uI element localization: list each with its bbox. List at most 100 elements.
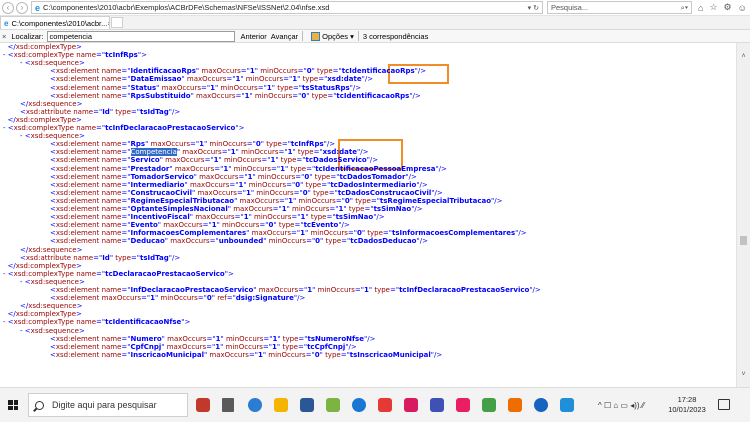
xml-token: minOccurs xyxy=(225,342,263,351)
xml-token: =" xyxy=(121,140,131,149)
vertical-scrollbar[interactable]: ˄ ˅ xyxy=(736,43,750,387)
xml-token: xsd:element xyxy=(55,172,102,181)
xml-token[interactable]: - < xyxy=(20,132,31,140)
xml-token: xsd:sequence xyxy=(30,132,79,141)
xml-line: </xsd:sequence> xyxy=(20,302,82,310)
home-icon[interactable]: ⌂ xyxy=(698,3,703,13)
taskbar-app-icon[interactable] xyxy=(300,398,314,412)
new-tab-button[interactable] xyxy=(111,17,123,28)
xml-token[interactable]: - < xyxy=(20,327,31,335)
start-button[interactable] xyxy=(0,388,26,422)
xml-token: maxOccurs xyxy=(209,350,249,359)
xml-token: tcDeclaracaoPrestacaoServico xyxy=(105,269,225,278)
xml-line: </xsd:complexType> xyxy=(3,116,81,124)
xml-token[interactable]: - < xyxy=(20,59,31,67)
xml-token: </ xyxy=(20,99,29,108)
scroll-up-icon[interactable]: ˄ xyxy=(737,53,750,63)
xml-token: minOccurs xyxy=(310,229,348,238)
xml-token: > xyxy=(76,99,83,108)
taskbar-app-icon[interactable] xyxy=(326,398,340,412)
taskbar-app-icon[interactable] xyxy=(430,398,444,412)
xml-token: type xyxy=(310,213,327,222)
browser-search-input[interactable]: Pesquisa... ⌕▾ xyxy=(547,1,692,14)
back-button[interactable]: ‹ xyxy=(2,1,14,14)
xml-token: minOccurs xyxy=(223,156,262,165)
scroll-thumb[interactable] xyxy=(740,236,747,245)
xml-token: xsd:element xyxy=(55,140,102,149)
taskbar-app-icon[interactable] xyxy=(482,398,496,412)
xml-token: xsd:element xyxy=(55,180,102,189)
xml-token[interactable]: - < xyxy=(3,270,14,278)
xml-token[interactable]: - < xyxy=(3,318,14,326)
xml-token: =" xyxy=(326,213,336,222)
xml-token: name xyxy=(101,334,122,343)
find-close-icon[interactable]: × xyxy=(2,32,6,41)
find-next-button[interactable]: Avançar xyxy=(271,32,298,41)
notification-icon[interactable] xyxy=(718,399,730,410)
xml-line: <xsd:element name="RegimeEspecialTributa… xyxy=(50,197,502,205)
xml-token: minOccurs xyxy=(160,294,198,303)
xml-token: "/> xyxy=(435,164,447,173)
xml-token: > xyxy=(76,245,83,254)
forward-button[interactable]: › xyxy=(16,1,28,14)
taskbar-app-icon[interactable] xyxy=(508,398,522,412)
xml-token: name xyxy=(76,318,97,327)
taskbar-app-icon[interactable] xyxy=(404,398,418,412)
favorites-icon[interactable]: ☆ xyxy=(709,2,717,13)
xml-token: minOccurs xyxy=(225,334,264,343)
taskbar-app-icon[interactable] xyxy=(248,398,262,412)
find-input[interactable]: competencia xyxy=(46,30,235,42)
scroll-down-icon[interactable]: ˅ xyxy=(737,371,750,381)
taskbar-app-icon[interactable] xyxy=(274,398,288,412)
xml-token: tcIdentificacaoRps xyxy=(336,91,410,100)
gear-icon[interactable]: ⚙ xyxy=(724,2,732,13)
xml-token: xsd:sequence xyxy=(30,277,79,286)
tab-active[interactable]: e C:\componentes\2010\acbr... × xyxy=(0,16,110,29)
xml-token: name xyxy=(101,205,122,213)
xml-token[interactable]: - < xyxy=(20,278,31,286)
xml-token: tsSimNao xyxy=(335,213,374,222)
clock[interactable]: 17:28 10/01/2023 xyxy=(663,395,711,415)
taskbar-search-input[interactable]: Digite aqui para pesquisar xyxy=(28,393,188,417)
xml-token: name xyxy=(76,124,97,132)
xml-token: "> xyxy=(137,51,147,60)
xml-token: =" xyxy=(121,350,131,359)
taskbar-app-icon[interactable] xyxy=(378,398,392,412)
xml-token: minOccurs xyxy=(248,180,287,189)
address-input[interactable]: e C:\componentes\2010\acbr\Exemplos\ACBr… xyxy=(31,1,543,14)
xml-token: tcInfRps xyxy=(105,51,138,60)
address-controls[interactable]: ▾ ↻ xyxy=(528,4,539,12)
xml-token: maxOccurs xyxy=(182,148,222,157)
taskbar-app-icon[interactable] xyxy=(560,398,574,412)
taskbar-app-icon[interactable] xyxy=(196,398,210,412)
xml-token: xsd:element xyxy=(55,164,102,173)
find-separator-2 xyxy=(357,31,359,41)
xml-line: <xsd:element name="OptanteSimplesNaciona… xyxy=(50,205,423,213)
taskbar-app-icon[interactable] xyxy=(456,398,470,412)
system-tray-icons[interactable]: ^ ☐ ⌂ ▭ ◂)) ⁄⁄ xyxy=(598,388,644,422)
xml-token: "/> xyxy=(366,156,379,165)
xml-token: minOccurs xyxy=(260,67,298,76)
find-options-button[interactable]: Opções ▾ xyxy=(311,31,354,41)
xml-token: name xyxy=(101,188,122,197)
taskbar-app-icon[interactable] xyxy=(222,398,234,412)
search-icon[interactable]: ⌕▾ xyxy=(681,3,688,13)
xml-token: xsd:complexType xyxy=(15,43,77,51)
xml-token[interactable]: - < xyxy=(3,51,14,59)
xml-token: xsd:sequence xyxy=(28,99,77,108)
xml-token[interactable]: - < xyxy=(3,124,14,132)
windows-logo-icon xyxy=(8,400,18,410)
taskbar-app-icon[interactable] xyxy=(352,398,366,412)
xml-token: maxOccurs xyxy=(199,172,239,181)
taskbar-app-icon[interactable] xyxy=(534,398,548,412)
smiley-icon[interactable]: ☺ xyxy=(738,3,747,13)
xml-token: =" xyxy=(121,342,131,351)
xml-token: type xyxy=(266,140,282,149)
xml-token: =" xyxy=(96,269,106,278)
find-previous-button[interactable]: Anterior xyxy=(241,32,267,41)
xml-line: <xsd:element name="RpsSubstituido" maxOc… xyxy=(50,92,421,100)
xml-token: =" xyxy=(121,83,131,92)
xml-token: IncentivoFiscal xyxy=(130,213,190,222)
xml-token: xsd:element xyxy=(55,221,102,230)
tab-close-icon[interactable]: × xyxy=(107,19,109,28)
